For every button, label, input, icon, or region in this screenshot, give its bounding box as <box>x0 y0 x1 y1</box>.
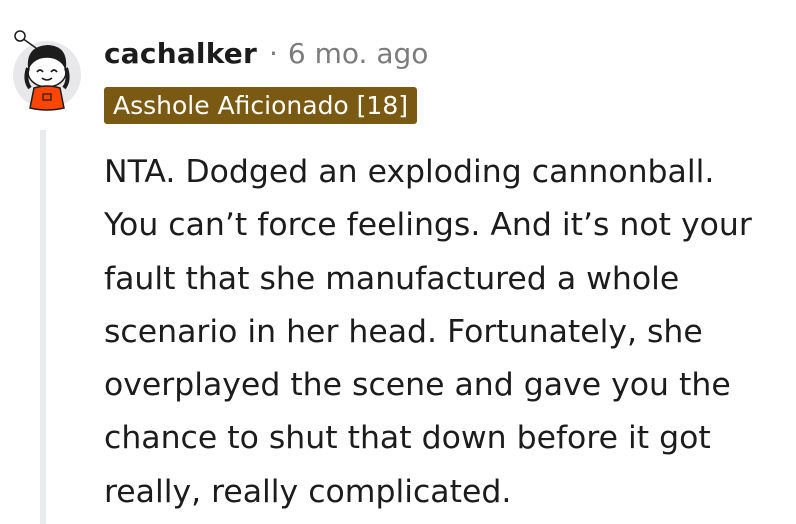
timestamp-link[interactable]: 6 mo. ago <box>288 37 429 70</box>
meta-separator: · <box>268 36 278 70</box>
comment-body-line: really, really complicated. <box>104 473 512 510</box>
snoo-avatar-icon <box>13 30 81 111</box>
comment-body-line: fault that she manufactured a whole <box>104 260 680 297</box>
comment-body-line: chance to shut that down before it got <box>104 420 711 457</box>
user-avatar[interactable] <box>10 28 84 112</box>
comment-body-line: overplayed the scene and gave you the <box>104 367 731 404</box>
username-link[interactable]: cachalker <box>104 37 257 70</box>
comment-body-line: NTA. Dodged an exploding cannonball. <box>104 154 715 190</box>
comment-header: cachalker · 6 mo. ago <box>104 32 428 74</box>
thread-collapse-line[interactable] <box>40 130 46 524</box>
comment-body: NTA. Dodged an exploding cannonball. You… <box>104 146 794 519</box>
comment-body-line: You can’t force feelings. And it’s not y… <box>104 207 752 244</box>
user-flair-badge[interactable]: Asshole Aficionado [18] <box>104 87 417 124</box>
comment-body-line: scenario in her head. Fortunately, she <box>104 313 703 350</box>
